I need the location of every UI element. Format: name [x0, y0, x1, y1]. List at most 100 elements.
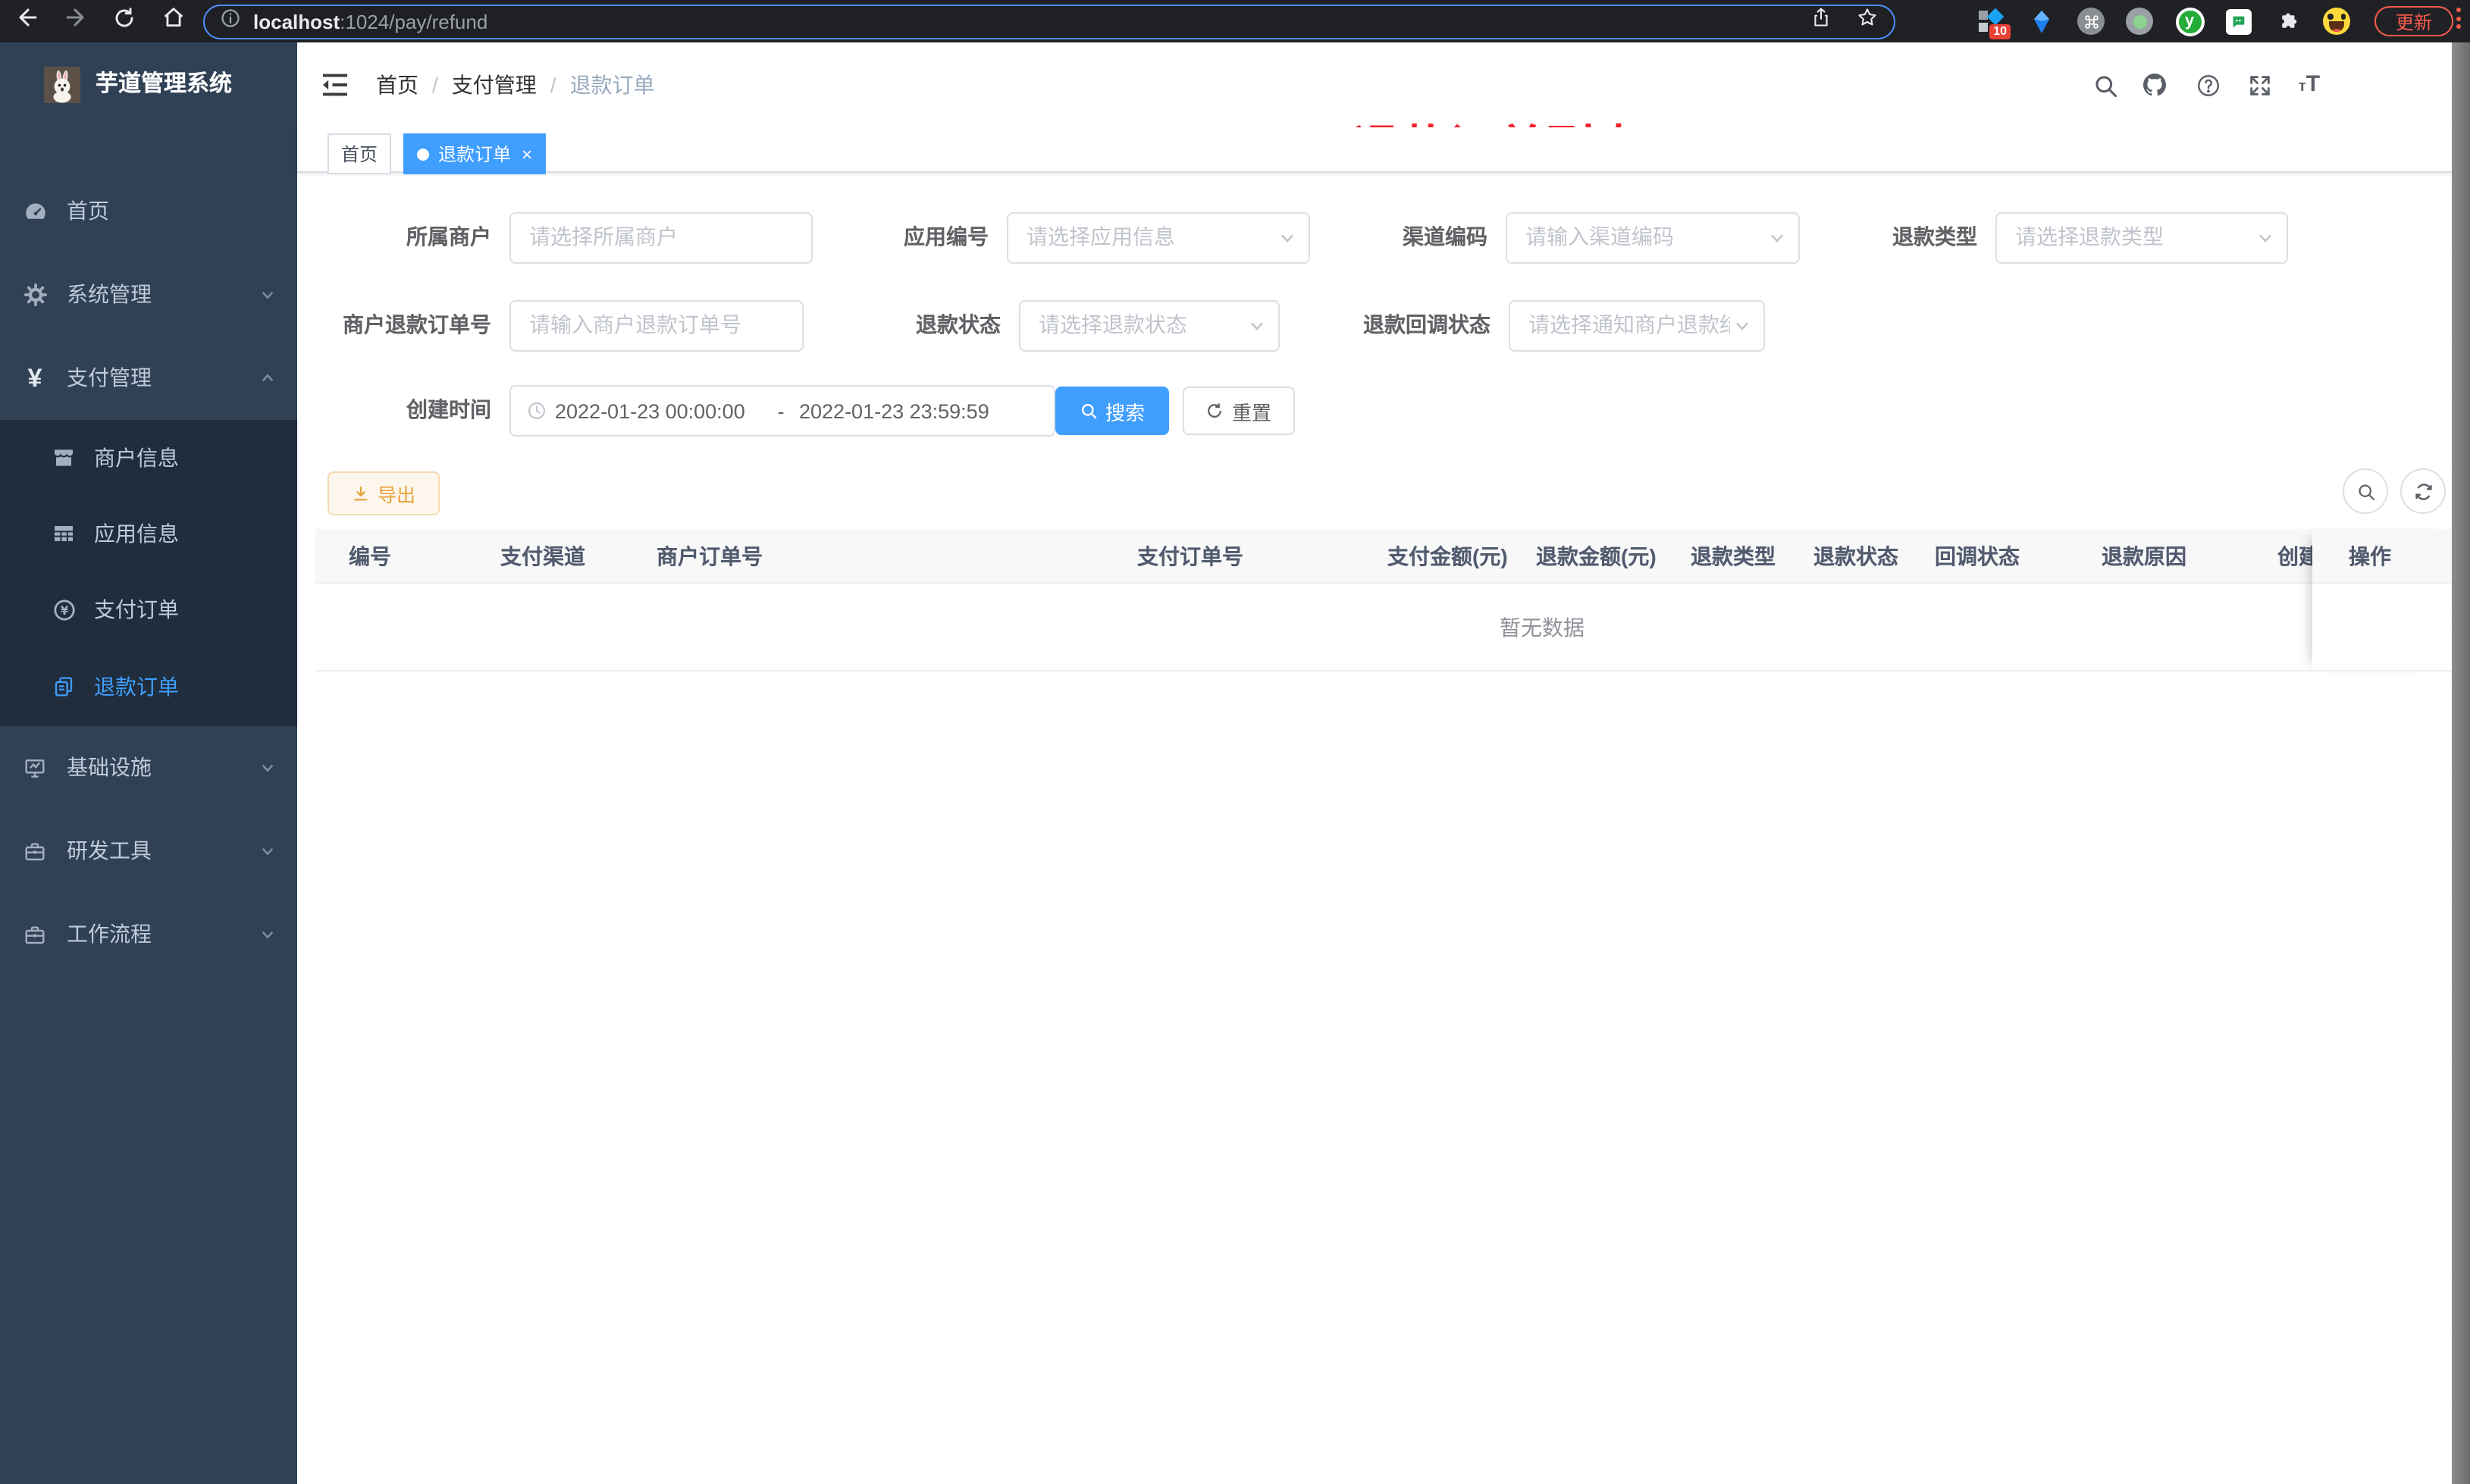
filter-label-notify-status: 退款回调状态	[1363, 312, 1490, 337]
filter-label-refund-type: 退款类型	[1892, 224, 1977, 249]
tab-home[interactable]: 首页	[328, 133, 392, 174]
help-icon[interactable]	[2189, 67, 2226, 103]
extension-emoji-icon[interactable]	[2320, 5, 2353, 38]
gear-icon	[21, 281, 49, 308]
app-root: localhost :1024/pay/refund 10 y 更新 芋道管理系…	[0, 0, 2470, 1484]
date-start-value: 2022-01-23 00:00:00	[555, 399, 745, 422]
browser-reload-button[interactable]	[106, 3, 143, 39]
create-time-range-picker[interactable]: 2022-01-23 00:00:00 - 2022-01-23 23:59:5…	[509, 385, 1055, 437]
github-icon[interactable]	[2136, 67, 2173, 103]
extension-command-icon[interactable]	[2074, 5, 2108, 38]
filter-label-create-time: 创建时间	[406, 397, 491, 421]
url-path: :1024/pay/refund	[340, 10, 488, 33]
empty-text: 暂无数据	[1500, 615, 1584, 640]
site-info-icon[interactable]	[220, 7, 241, 36]
update-label: 更新	[2395, 11, 2432, 33]
chevron-down-icon	[259, 922, 276, 947]
browser-back-button[interactable]	[9, 3, 45, 39]
sidebar-item-app-info[interactable]: 应用信息	[0, 496, 297, 571]
chevron-down-icon	[1733, 315, 1751, 343]
browser-toolbar: localhost :1024/pay/refund 10 y 更新	[0, 0, 2470, 42]
filter-label-app: 应用编号	[904, 224, 989, 249]
sidebar-logo-row[interactable]: 芋道管理系统	[0, 42, 297, 127]
breadcrumb-item-home[interactable]: 首页	[376, 70, 418, 100]
column-header-refund-reason: 退款原因	[2102, 544, 2186, 568]
sidebar-item-label: 支付管理	[67, 365, 152, 390]
download-icon	[352, 484, 370, 502]
table-grid-icon	[50, 520, 77, 547]
column-header-callback-status: 回调状态	[1935, 544, 2020, 568]
app-title: 芋道管理系统	[96, 71, 233, 97]
sidebar-item-dev-tools[interactable]: 研发工具	[0, 809, 297, 893]
refund-type-select[interactable]: 请选择退款类型	[1995, 212, 2288, 264]
channel-placeholder: 请输入渠道编码	[1525, 224, 1674, 249]
back-arrow-icon	[14, 5, 40, 38]
page-header: 首页 / 支付管理 / 退款订单 退款订单列表 тT	[297, 42, 2470, 174]
extensions-puzzle-icon[interactable]	[2271, 5, 2305, 38]
column-header-pay-channel: 支付渠道	[500, 544, 585, 568]
app-placeholder: 请选择应用信息	[1027, 224, 1175, 249]
chevron-down-icon	[259, 756, 276, 780]
export-button[interactable]: 导出	[328, 471, 440, 515]
share-icon[interactable]	[1810, 6, 1832, 36]
extension-chat-icon[interactable]	[2221, 5, 2255, 38]
export-button-label: 导出	[377, 485, 415, 506]
font-size-icon[interactable]: тT	[2291, 67, 2327, 103]
toolbox-icon	[21, 837, 49, 865]
sidebar-submenu-payment: 商户信息 应用信息 ¥ 支付订单 退款订单	[0, 420, 297, 726]
toggle-search-button[interactable]	[2343, 468, 2388, 514]
breadcrumb: 首页 / 支付管理 / 退款订单	[376, 42, 655, 127]
column-header-create-time: 创建时间	[2277, 544, 2314, 568]
browser-update-button[interactable]: 更新	[2374, 6, 2453, 36]
refund-status-placeholder: 请选择退款状态	[1039, 312, 1187, 337]
tab-close-icon[interactable]: ×	[522, 145, 532, 163]
extension-y-icon[interactable]: y	[2173, 5, 2206, 38]
extension-kite-icon[interactable]	[2024, 5, 2058, 38]
browser-menu-icon[interactable]	[2456, 8, 2462, 29]
sidebar-item-infrastructure[interactable]: 基础设施	[0, 726, 297, 809]
extension-record-icon[interactable]	[2123, 5, 2156, 38]
tab-refund-order[interactable]: 退款订单 ×	[403, 133, 547, 174]
breadcrumb-separator: /	[432, 73, 438, 97]
tags-view-bar: 首页 退款订单 ×	[297, 127, 2470, 174]
breadcrumb-item-payment: 支付管理	[451, 73, 537, 97]
sidebar-item-label: 工作流程	[67, 922, 152, 946]
reload-icon	[112, 5, 136, 37]
fullscreen-icon[interactable]	[2241, 67, 2277, 103]
active-dot-icon	[417, 148, 429, 160]
bookmark-star-icon[interactable]	[1856, 6, 1879, 36]
window-scrollbar[interactable]	[2452, 42, 2470, 1484]
app-logo-rabbit	[44, 67, 80, 103]
sidebar-collapse-button[interactable]	[317, 67, 353, 103]
briefcase-icon	[21, 921, 49, 948]
column-header-actions: 操作	[2349, 544, 2391, 568]
sidebar-item-workflow[interactable]: 工作流程	[0, 893, 297, 976]
reset-button[interactable]: 重置	[1183, 387, 1295, 435]
header-search-icon[interactable]	[2086, 67, 2123, 103]
refund-status-select[interactable]: 请选择退款状态	[1019, 300, 1280, 352]
browser-forward-button[interactable]	[56, 3, 92, 39]
notify-status-select[interactable]: 请选择通知商户退款结果的	[1509, 300, 1765, 352]
search-button[interactable]: 搜索	[1055, 387, 1169, 435]
sidebar-item-pay-order[interactable]: ¥ 支付订单	[0, 571, 297, 647]
clock-icon	[526, 400, 547, 421]
sidebar-item-label: 系统管理	[67, 282, 152, 306]
url-host: localhost	[253, 10, 340, 33]
refresh-icon	[1206, 402, 1224, 420]
notify-status-placeholder: 请选择通知商户退款结果的	[1528, 312, 1730, 337]
tab-label: 退款订单	[438, 144, 512, 165]
browser-home-button[interactable]	[155, 3, 191, 39]
column-header-refund-amount: 退款金额(元)	[1536, 544, 1657, 568]
reset-button-label: 重置	[1231, 401, 1271, 424]
search-button-label: 搜索	[1105, 401, 1145, 424]
refresh-table-button[interactable]	[2400, 468, 2446, 514]
sidebar-item-label: 支付订单	[94, 597, 179, 621]
extension-pin-icon[interactable]: 10	[1974, 5, 2011, 39]
address-bar[interactable]: localhost :1024/pay/refund	[203, 4, 1895, 39]
filter-label-merchant-refund-no: 商户退款订单号	[343, 312, 491, 337]
sidebar-item-refund-order[interactable]: 退款订单	[0, 649, 297, 725]
svg-text:¥: ¥	[60, 603, 68, 617]
sidebar-item-label: 研发工具	[67, 838, 152, 863]
column-header-merchant-order-no: 商户订单号	[657, 544, 763, 568]
pay-order-icon: ¥	[50, 596, 77, 623]
